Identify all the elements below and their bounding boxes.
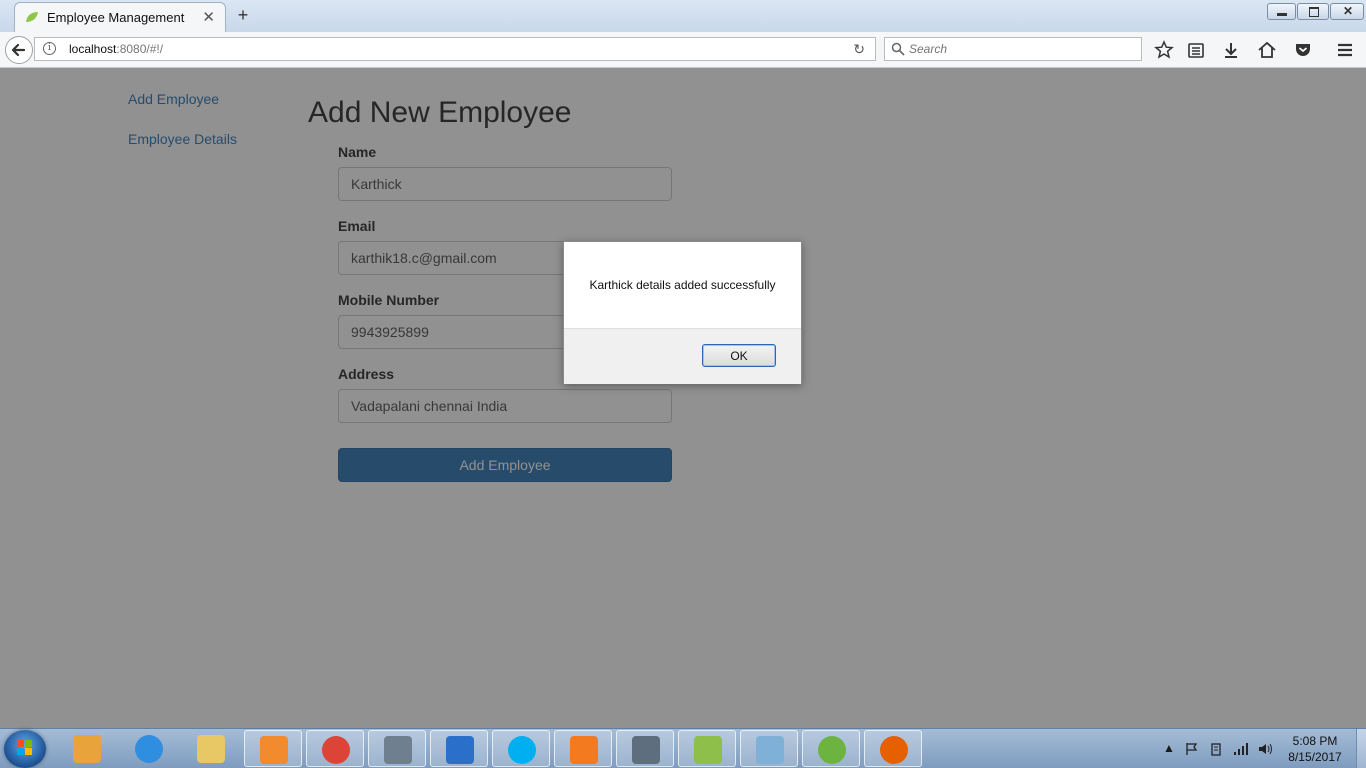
media-player-icon — [260, 736, 288, 764]
hamburger-menu-icon[interactable] — [1335, 40, 1355, 60]
taskbar-item[interactable] — [864, 730, 922, 767]
skype-icon — [508, 736, 536, 764]
taskbar-item[interactable] — [740, 730, 798, 767]
show-desktop-button[interactable] — [1356, 729, 1366, 768]
firefox-icon — [880, 736, 908, 764]
action-center-flag-icon[interactable] — [1185, 742, 1199, 756]
window-close-button[interactable]: ✕ — [1330, 3, 1364, 20]
modal-overlay — [0, 68, 1366, 728]
notepad-plus-icon — [694, 736, 722, 764]
taskbar-item[interactable] — [306, 730, 364, 767]
taskbar-item[interactable] — [616, 730, 674, 767]
taskbar-item[interactable] — [678, 730, 736, 767]
usb-device-icon[interactable] — [1209, 742, 1223, 756]
window-app-icon — [632, 736, 660, 764]
search-bar[interactable] — [884, 37, 1142, 61]
file-explorer-icon — [197, 735, 225, 763]
reading-list-icon[interactable] — [1186, 40, 1206, 60]
tab-close-icon[interactable]: ✕ — [202, 8, 215, 26]
taskbar-item[interactable] — [802, 730, 860, 767]
chrome-icon — [322, 736, 350, 764]
show-hidden-icons-icon[interactable]: ▲ — [1163, 741, 1175, 755]
reload-icon[interactable]: ↻ — [853, 41, 865, 58]
alert-dialog: Karthick details added successfully OK — [563, 241, 802, 384]
taskbar-item[interactable] — [368, 730, 426, 767]
dialog-message: Karthick details added successfully — [589, 278, 776, 292]
browser-toolbar: i localhost:8080/#!/ ↻ — [0, 32, 1366, 68]
restore-icon — [1309, 7, 1319, 17]
back-button[interactable] — [5, 36, 33, 64]
dialog-footer: OK — [564, 328, 801, 384]
taskbar-item[interactable] — [244, 730, 302, 767]
windows-logo-icon — [17, 740, 32, 755]
notepad-icon — [756, 736, 784, 764]
xampp-icon — [570, 736, 598, 764]
outlook-icon — [73, 735, 101, 763]
ok-button[interactable]: OK — [702, 344, 776, 367]
lync-icon — [446, 736, 474, 764]
bookmark-star-icon[interactable] — [1154, 40, 1174, 60]
taskbar-item[interactable] — [492, 730, 550, 767]
windows-taskbar: ▲ 5:08 PM 8/15/2017 — [0, 728, 1366, 768]
taskbar-item[interactable] — [554, 730, 612, 767]
start-button[interactable] — [4, 730, 46, 768]
taskbar-item[interactable] — [58, 730, 116, 767]
internet-explorer-icon — [135, 735, 163, 763]
tab-title: Employee Management — [47, 10, 185, 25]
window-restore-button[interactable] — [1297, 3, 1329, 20]
download-icon[interactable] — [1221, 40, 1241, 60]
url-bar[interactable]: i localhost:8080/#!/ ↻ — [34, 37, 876, 61]
clock-time: 5:08 PM — [1292, 734, 1338, 748]
volume-icon[interactable] — [1258, 742, 1274, 756]
new-tab-button[interactable]: + — [234, 5, 252, 26]
url-text[interactable]: localhost:8080/#!/ — [69, 42, 163, 56]
system-clock[interactable]: 5:08 PM 8/15/2017 — [1276, 733, 1354, 765]
info-icon[interactable]: i — [43, 42, 56, 55]
browser-title-bar: Employee Management ✕ + ✕ — [0, 0, 1366, 32]
search-input[interactable] — [909, 41, 1134, 57]
url-host: localhost — [69, 42, 117, 56]
window-minimize-button[interactable] — [1267, 3, 1296, 20]
minimize-icon — [1277, 13, 1287, 16]
browser-tab[interactable]: Employee Management ✕ — [14, 2, 226, 32]
taskbar-item[interactable] — [182, 730, 240, 767]
home-icon[interactable] — [1257, 40, 1277, 60]
close-icon: ✕ — [1343, 4, 1354, 18]
spring-icon — [818, 736, 846, 764]
pocket-icon[interactable] — [1293, 40, 1313, 60]
news-app-icon — [384, 736, 412, 764]
network-signal-icon[interactable] — [1233, 742, 1249, 756]
taskbar-item[interactable] — [430, 730, 488, 767]
taskbar-item[interactable] — [120, 730, 178, 767]
url-path: :8080/#!/ — [116, 42, 164, 56]
spring-leaf-icon — [26, 12, 38, 22]
clock-date: 8/15/2017 — [1288, 750, 1342, 764]
search-icon — [891, 42, 905, 56]
back-arrow-icon — [11, 43, 26, 57]
